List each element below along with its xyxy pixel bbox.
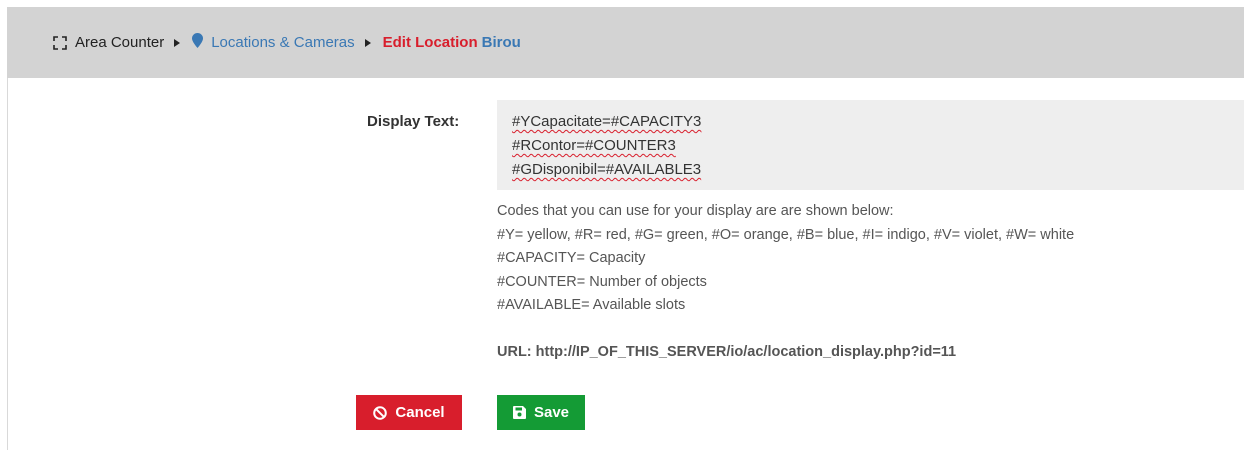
display-codes-help: Codes that you can use for your display … bbox=[497, 200, 1237, 318]
cancel-button-label: Cancel bbox=[395, 404, 445, 421]
breadcrumb: Area Counter Locations & Cameras Edit Lo… bbox=[53, 33, 521, 52]
display-text-line: #GDisponibil=#AVAILABLE3 bbox=[512, 161, 702, 178]
help-line: #CAPACITY= Capacity bbox=[497, 250, 646, 266]
display-text-label: Display Text: bbox=[367, 113, 460, 130]
map-pin-icon bbox=[192, 33, 204, 52]
expand-corners-icon bbox=[53, 35, 67, 50]
display-text-line: #RContor=#COUNTER3 bbox=[512, 137, 676, 154]
display-url: URL: http://IP_OF_THIS_SERVER/io/ac/loca… bbox=[497, 344, 957, 360]
breadcrumb-edit-location: Edit Location bbox=[382, 34, 478, 51]
display-text-line: #YCapacitate=#CAPACITY3 bbox=[512, 113, 702, 130]
save-button[interactable]: Save bbox=[497, 395, 585, 430]
breadcrumb-current: Edit Location Birou bbox=[383, 34, 521, 51]
breadcrumb-area-counter-label: Area Counter bbox=[75, 34, 165, 51]
breadcrumb-location-name: Birou bbox=[481, 34, 521, 51]
display-text-input[interactable]: #YCapacitate=#CAPACITY3 #RContor=#COUNTE… bbox=[497, 100, 1244, 190]
breadcrumb-locations-cameras[interactable]: Locations & Cameras bbox=[192, 33, 355, 52]
floppy-disk-icon bbox=[512, 406, 526, 419]
cancel-button[interactable]: Cancel bbox=[356, 395, 462, 430]
breadcrumb-area-counter[interactable]: Area Counter bbox=[53, 34, 164, 51]
breadcrumb-separator-icon bbox=[174, 38, 181, 47]
breadcrumb-separator-icon bbox=[364, 38, 371, 47]
breadcrumb-locations-cameras-label: Locations & Cameras bbox=[211, 34, 355, 51]
ban-icon bbox=[373, 405, 388, 420]
help-line: #AVAILABLE= Available slots bbox=[497, 297, 686, 313]
help-line: Codes that you can use for your display … bbox=[497, 203, 894, 219]
save-button-label: Save bbox=[533, 404, 570, 421]
help-line: #COUNTER= Number of objects bbox=[497, 273, 707, 290]
help-line: #Y= yellow, #R= red, #G= green, #O= oran… bbox=[497, 226, 1075, 243]
breadcrumb-bar: Area Counter Locations & Cameras Edit Lo… bbox=[7, 7, 1244, 78]
